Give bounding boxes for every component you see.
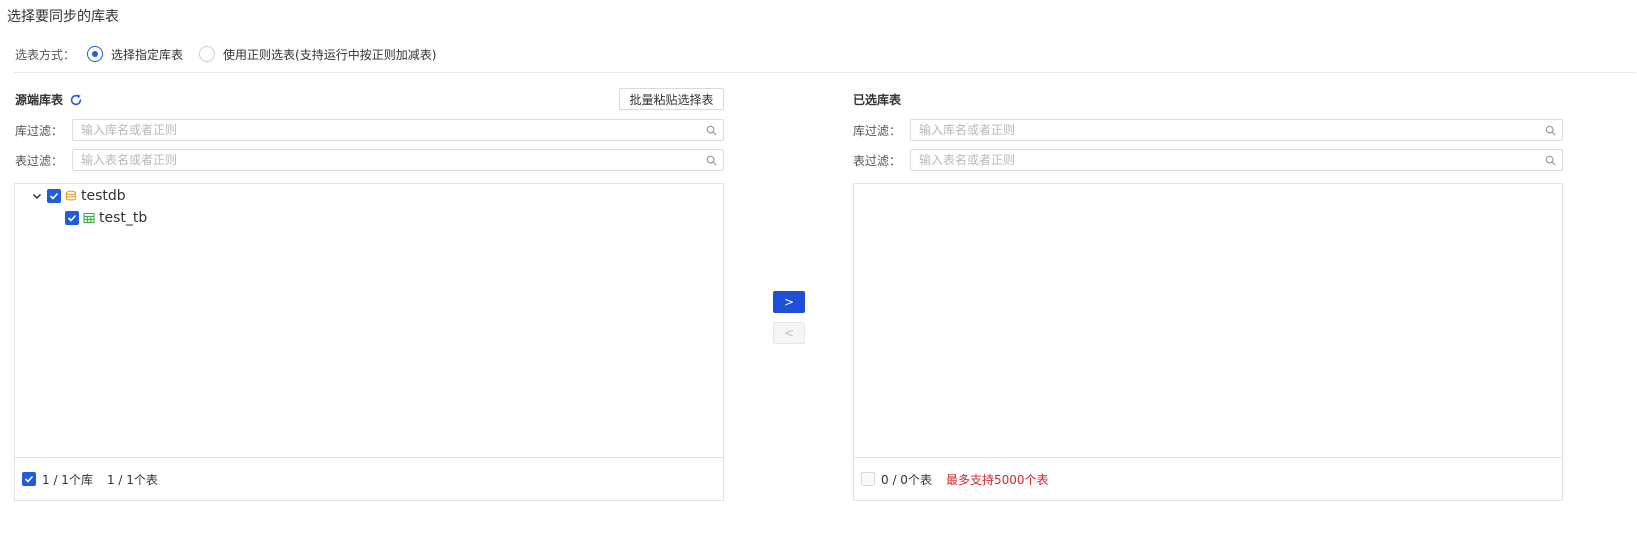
- search-icon: [1545, 155, 1556, 166]
- page-title: 选择要同步的库表: [7, 9, 119, 25]
- table-checkbox[interactable]: [65, 211, 79, 225]
- selected-table-filter-row: 表过滤：: [853, 149, 1563, 171]
- batch-paste-button[interactable]: 批量粘贴选择表: [619, 88, 724, 110]
- radio-button-checked[interactable]: [87, 46, 104, 62]
- selected-select-all-checkbox[interactable]: [861, 472, 875, 486]
- selected-footer: 0 / 0个表 最多支持5000个表: [854, 457, 1562, 500]
- selection-mode-label: 选表方式：: [15, 47, 76, 62]
- source-table-filter-label: 表过滤：: [15, 153, 64, 168]
- source-panel-title: 源端库表: [15, 91, 83, 108]
- search-icon: [706, 155, 717, 166]
- radio-regex-tables[interactable]: 使用正则选表(支持运行中按正则加减表): [199, 46, 436, 63]
- radio-specified-tables[interactable]: 选择指定库表: [87, 46, 183, 63]
- database-icon: [65, 190, 77, 201]
- source-tree-box: testdb test_tb 1 / 1个库 1 / 1个表: [14, 183, 724, 501]
- selected-panel-title: 已选库表: [853, 91, 901, 108]
- transfer-left-button[interactable]: <: [773, 322, 805, 344]
- refresh-icon[interactable]: [69, 93, 83, 107]
- selected-db-filter-label: 库过滤：: [853, 123, 902, 138]
- database-name: testdb: [81, 188, 126, 204]
- source-footer: 1 / 1个库 1 / 1个表: [15, 457, 723, 500]
- database-checkbox[interactable]: [47, 189, 61, 203]
- source-table-filter-row: 表过滤：: [15, 149, 724, 171]
- selected-table-count: 0 / 0个表: [881, 472, 932, 487]
- section-divider: [14, 72, 1635, 73]
- source-db-filter-input[interactable]: [73, 120, 723, 140]
- selected-db-filter-input[interactable]: [911, 120, 1562, 140]
- source-db-filter-row: 库过滤：: [15, 119, 724, 141]
- table-name: test_tb: [99, 210, 148, 226]
- selected-table-filter-input[interactable]: [911, 150, 1562, 170]
- source-db-filter-box: [72, 119, 724, 141]
- selected-db-filter-box: [910, 119, 1563, 141]
- selected-title-text: 已选库表: [853, 93, 902, 107]
- selected-tree-box: 0 / 0个表 最多支持5000个表: [853, 183, 1563, 501]
- tree-node-database[interactable]: testdb: [31, 188, 126, 204]
- source-title-text: 源端库表: [15, 93, 64, 107]
- selected-table-filter-box: [910, 149, 1563, 171]
- selected-table-filter-label: 表过滤：: [853, 153, 902, 168]
- search-icon: [706, 125, 717, 136]
- transfer-right-button[interactable]: >: [773, 291, 805, 313]
- search-icon: [1545, 125, 1556, 136]
- source-db-count: 1 / 1个库: [42, 472, 93, 487]
- tree-node-table[interactable]: test_tb: [65, 210, 147, 226]
- source-table-filter-box: [72, 149, 724, 171]
- source-table-filter-input[interactable]: [73, 150, 723, 170]
- table-limit-warning: 最多支持5000个表: [945, 472, 1049, 487]
- source-db-filter-label: 库过滤：: [15, 123, 64, 138]
- radio-button-unchecked[interactable]: [199, 46, 216, 62]
- chevron-down-icon[interactable]: [31, 190, 43, 202]
- table-icon: [83, 212, 95, 224]
- selected-db-filter-row: 库过滤：: [853, 119, 1563, 141]
- source-table-count: 1 / 1个表: [106, 472, 158, 487]
- radio-label-regex: 使用正则选表(支持运行中按正则加减表): [223, 47, 437, 62]
- selection-mode-row: 选表方式： 选择指定库表 使用正则选表(支持运行中按正则加减表): [15, 44, 452, 64]
- source-select-all-checkbox[interactable]: [22, 472, 36, 486]
- radio-label-specified: 选择指定库表: [111, 47, 184, 62]
